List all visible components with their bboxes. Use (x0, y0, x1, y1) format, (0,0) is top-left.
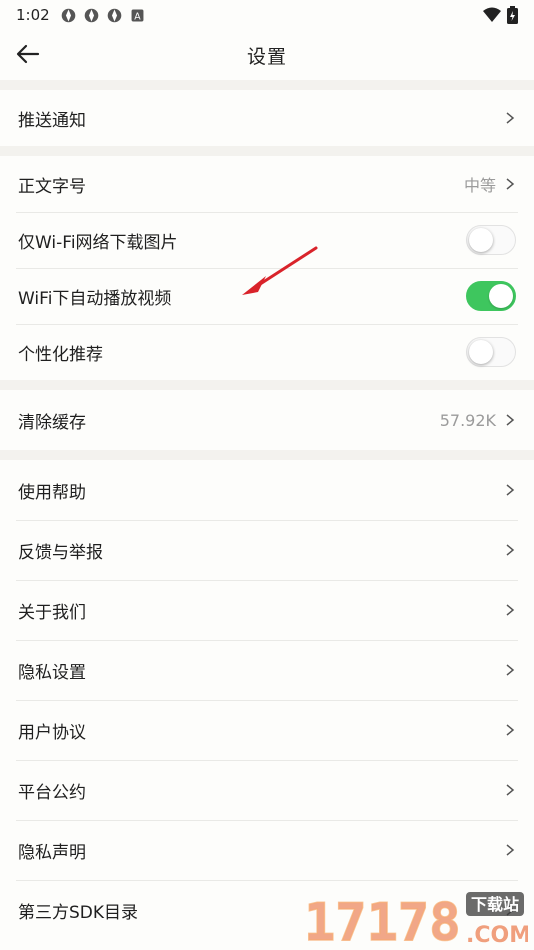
annotation-arrow-icon (242, 246, 318, 295)
menu-item-label: 反馈与举报 (18, 542, 103, 563)
toggle-knob (469, 228, 493, 252)
watermark-number: 17178 (304, 893, 461, 946)
personalized-recommend-row: 个性化推荐 (0, 324, 534, 380)
platform-convention-row[interactable]: 平台公约 (0, 760, 534, 820)
menu-item-label: 使用帮助 (18, 482, 86, 503)
section-divider (0, 80, 534, 90)
chevron-right-icon (506, 844, 515, 856)
status-time: 1:02 (16, 6, 50, 24)
chevron-right-icon (506, 414, 515, 426)
user-agreement-row[interactable]: 用户协议 (0, 700, 534, 760)
watermark-logo: 17178 下载站 .COM (303, 892, 528, 946)
font-size-row[interactable]: 正文字号 中等 (0, 156, 534, 212)
cache-size-value: 57.92K (439, 410, 496, 430)
menu-item-label: 平台公约 (18, 782, 86, 803)
menu-item-label: 隐私设置 (18, 662, 86, 683)
menu-item-label: 隐私声明 (18, 842, 86, 863)
app-header: 设置 (0, 30, 534, 80)
battery-icon (507, 6, 518, 24)
font-size-value: 中等 (463, 176, 496, 195)
text-notification-icon: A (131, 9, 144, 22)
toggle-knob (469, 340, 493, 364)
push-notification-label: 推送通知 (18, 110, 86, 131)
notification-badge-text: A (134, 11, 141, 22)
chevron-right-icon (506, 784, 515, 796)
section-divider (0, 450, 534, 460)
section-divider (0, 380, 534, 390)
status-bar: 1:02 A (0, 0, 534, 30)
font-size-label: 正文字号 (18, 176, 86, 197)
chevron-right-icon (506, 178, 515, 190)
section-divider (0, 146, 534, 156)
personalized-recommend-toggle[interactable] (466, 337, 516, 367)
wifi-image-download-toggle[interactable] (466, 225, 516, 255)
chevron-right-icon (506, 112, 515, 124)
feedback-report-row[interactable]: 反馈与举报 (0, 520, 534, 580)
push-notification-row[interactable]: 推送通知 (0, 90, 534, 146)
chevron-right-icon (506, 664, 515, 676)
privacy-settings-row[interactable]: 隐私设置 (0, 640, 534, 700)
push-section: 推送通知 (0, 90, 534, 146)
app-notification-icon (107, 8, 121, 22)
toggle-knob (489, 284, 513, 308)
about-us-row[interactable]: 关于我们 (0, 580, 534, 640)
app-notification-icon (61, 8, 75, 22)
menu-item-label: 用户协议 (18, 722, 86, 743)
help-row[interactable]: 使用帮助 (0, 460, 534, 520)
watermark-site-label: 下载站 (471, 895, 519, 914)
back-arrow-icon[interactable] (14, 40, 42, 68)
menu-item-label: 关于我们 (18, 602, 86, 623)
cache-section: 清除缓存 57.92K (0, 390, 534, 450)
clear-cache-label: 清除缓存 (18, 412, 86, 433)
clear-cache-row[interactable]: 清除缓存 57.92K (0, 390, 534, 450)
watermark-domain: .COM (466, 923, 528, 946)
about-section: 使用帮助 反馈与举报 关于我们 隐私设置 用户协议 平台公约 隐私声明 第三方S… (0, 460, 534, 940)
app-notification-icon (84, 8, 98, 22)
chevron-right-icon (506, 544, 515, 556)
chevron-right-icon (506, 484, 515, 496)
status-right-group (483, 6, 518, 24)
wifi-autoplay-toggle[interactable] (466, 281, 516, 311)
personalized-recommend-label: 个性化推荐 (18, 344, 103, 365)
wifi-icon (483, 7, 501, 22)
privacy-statement-row[interactable]: 隐私声明 (0, 820, 534, 880)
chevron-right-icon (506, 604, 515, 616)
chevron-right-icon (506, 724, 515, 736)
page-title: 设置 (246, 45, 287, 68)
